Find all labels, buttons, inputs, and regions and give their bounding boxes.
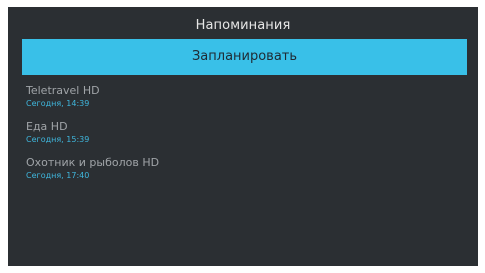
reminders-screen: Напоминания Запланировать Teletravel HD … [8, 7, 478, 266]
reminders-list: Teletravel HD Сегодня, 14:39 Еда HD Сего… [26, 84, 456, 192]
reminder-item[interactable]: Охотник и рыболов HD Сегодня, 17:40 [26, 156, 456, 192]
reminder-item[interactable]: Еда HD Сегодня, 15:39 [26, 120, 456, 156]
reminder-time: Сегодня, 15:39 [26, 135, 90, 144]
reminder-channel: Teletravel HD [26, 84, 100, 97]
schedule-button[interactable]: Запланировать [22, 39, 467, 75]
reminder-item[interactable]: Teletravel HD Сегодня, 14:39 [26, 84, 456, 120]
reminder-time: Сегодня, 14:39 [26, 99, 90, 108]
reminder-channel: Еда HD [26, 120, 68, 133]
reminder-channel: Охотник и рыболов HD [26, 156, 160, 169]
reminder-time: Сегодня, 17:40 [26, 171, 90, 180]
page-title: Напоминания [195, 18, 291, 33]
